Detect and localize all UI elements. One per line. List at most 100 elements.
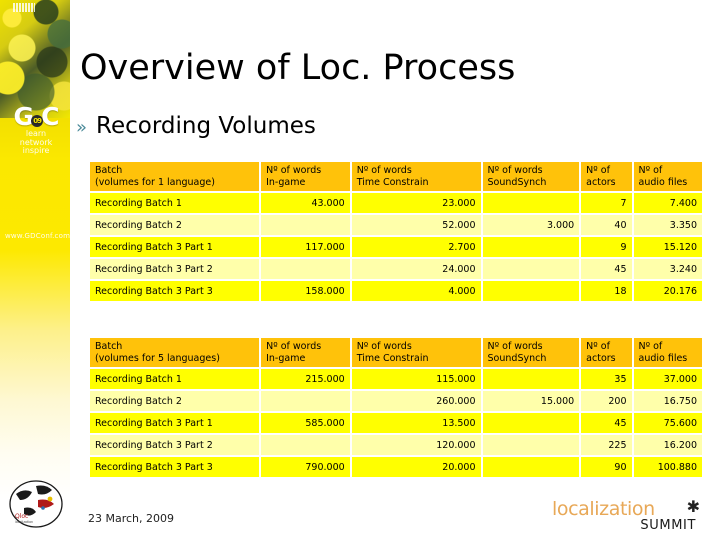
cell-words-time-constrain: 52.000: [351, 215, 481, 235]
cell-batch: Recording Batch 2: [90, 215, 260, 235]
column-header-actors-line1: Nº of: [586, 165, 610, 176]
cell-audio-files: 16.750: [633, 391, 702, 411]
chevron-double-right-icon: »: [76, 117, 88, 138]
column-header-words-time-constrain-line1: Nº of words: [356, 341, 412, 352]
column-header-actors-line2: actors: [586, 176, 616, 188]
column-header-words-time-constrain-line1: Nº of words: [356, 165, 412, 176]
cell-batch: Recording Batch 2: [90, 391, 260, 411]
column-header-words-ingame: Nº of words In-game: [261, 162, 350, 191]
star-burst-icon: ✱: [686, 497, 700, 516]
gdc-tagline: learn network inspire: [4, 129, 68, 156]
table-row: Recording Batch 3 Part 1 117.000 2.700 9 15.…: [90, 237, 702, 257]
cell-actors: 7: [581, 193, 632, 213]
cell-words-soundsynch: [482, 281, 580, 301]
column-header-actors: Nº of actors: [581, 162, 632, 191]
cell-words-soundsynch: [482, 369, 580, 389]
recording-volumes-table-5-languages: Batch (volumes for 5 languages) Nº of wo…: [88, 336, 704, 479]
cell-words-ingame: 215.000: [261, 369, 350, 389]
cell-batch: Recording Batch 1: [90, 369, 260, 389]
table-body: Recording Batch 1 43.000 23.000 7 7.400 Recor…: [90, 193, 702, 301]
table-row: Recording Batch 3 Part 3 790.000 20.000 90 1…: [90, 457, 702, 477]
cell-words-ingame: 790.000: [261, 457, 350, 477]
column-header-words-soundsynch-line1: Nº of words: [487, 341, 543, 352]
cell-batch: Recording Batch 3 Part 1: [90, 237, 260, 257]
cell-audio-files: 3.350: [633, 215, 702, 235]
cell-batch: Recording Batch 3 Part 2: [90, 259, 260, 279]
column-header-batch: Batch (volumes for 5 languages): [90, 338, 260, 367]
cell-actors: 200: [581, 391, 632, 411]
cell-actors: 225: [581, 435, 632, 455]
slide-bullet-line: » Recording Volumes: [76, 113, 696, 139]
column-header-batch-line1: Batch: [95, 165, 123, 176]
svg-text:localization: localization: [15, 520, 33, 524]
column-header-actors-line1: Nº of: [586, 341, 610, 352]
slide-bullet-text: Recording Volumes: [96, 113, 316, 139]
column-header-audio-files-line1: Nº of: [638, 165, 663, 176]
cell-words-ingame: 43.000: [261, 193, 350, 213]
column-header-words-soundsynch-line1: Nº of words: [487, 165, 543, 176]
cell-words-time-constrain: 4.000: [351, 281, 481, 301]
column-header-words-ingame-line1: Nº of words: [266, 165, 322, 176]
gdc-logo-badge: 09: [31, 115, 44, 127]
cell-words-time-constrain: 24.000: [351, 259, 481, 279]
cell-batch: Recording Batch 3 Part 1: [90, 413, 260, 433]
table-row: Recording Batch 3 Part 2 24.000 45 3.240: [90, 259, 702, 279]
cell-audio-files: 3.240: [633, 259, 702, 279]
cell-words-time-constrain: 2.700: [351, 237, 481, 257]
cell-words-ingame: 585.000: [261, 413, 350, 433]
gdc-logo: G09C learn network inspire: [4, 104, 68, 156]
cell-audio-files: 100.880: [633, 457, 702, 477]
cell-words-time-constrain: 20.000: [351, 457, 481, 477]
cell-batch: Recording Batch 3 Part 3: [90, 457, 260, 477]
table-row: Recording Batch 1 43.000 23.000 7 7.400: [90, 193, 702, 213]
cell-words-ingame: [261, 259, 350, 279]
column-header-audio-files-line2: audio files: [638, 176, 688, 188]
column-header-words-soundsynch: Nº of words SoundSynch: [482, 162, 580, 191]
table-header-row: Batch (volumes for 1 language) Nº of wor…: [90, 162, 702, 191]
svg-text:Qloc: Qloc: [15, 513, 28, 520]
cell-actors: 18: [581, 281, 632, 301]
column-header-words-time-constrain-line2: Time Constrain: [356, 352, 429, 364]
globe-logo-icon: Qloc localization: [9, 480, 63, 528]
table-header-row: Batch (volumes for 5 languages) Nº of wo…: [90, 338, 702, 367]
table-row: Recording Batch 1 215.000 115.000 35 37.000: [90, 369, 702, 389]
cell-words-ingame: [261, 435, 350, 455]
cell-words-soundsynch: [482, 193, 580, 213]
localization-summit-word-localization: localization: [552, 498, 655, 520]
table-row: Recording Batch 3 Part 2 120.000 225 16.200: [90, 435, 702, 455]
cell-words-soundsynch: [482, 435, 580, 455]
table-row: Recording Batch 3 Part 1 585.000 13.500 45 7…: [90, 413, 702, 433]
sidebar-corner-mark: [13, 3, 35, 12]
cell-audio-files: 7.400: [633, 193, 702, 213]
gdc-tagline-line-3: inspire: [22, 146, 50, 155]
cell-words-ingame: [261, 215, 350, 235]
cell-words-soundsynch: [482, 237, 580, 257]
cell-actors: 9: [581, 237, 632, 257]
cell-words-ingame: 158.000: [261, 281, 350, 301]
cell-audio-files: 16.200: [633, 435, 702, 455]
column-header-actors: Nº of actors: [581, 338, 632, 367]
column-header-words-time-constrain: Nº of words Time Constrain: [351, 162, 481, 191]
column-header-words-ingame-line2: In-game: [266, 352, 306, 364]
cell-words-ingame: [261, 391, 350, 411]
cell-words-ingame: 117.000: [261, 237, 350, 257]
cell-words-time-constrain: 23.000: [351, 193, 481, 213]
cell-audio-files: 75.600: [633, 413, 702, 433]
table-row: Recording Batch 2 260.000 15.000 200 16.750: [90, 391, 702, 411]
cell-actors: 45: [581, 259, 632, 279]
table-row: Recording Batch 2 52.000 3.000 40 3.350: [90, 215, 702, 235]
column-header-audio-files-line1: Nº of: [638, 341, 663, 352]
sidebar-photo-graphic: [0, 0, 70, 118]
cell-words-time-constrain: 13.500: [351, 413, 481, 433]
cell-batch: Recording Batch 1: [90, 193, 260, 213]
column-header-audio-files: Nº of audio files: [633, 162, 702, 191]
cell-audio-files: 37.000: [633, 369, 702, 389]
column-header-words-ingame-line1: Nº of words: [266, 341, 322, 352]
cell-audio-files: 20.176: [633, 281, 702, 301]
cell-words-soundsynch: [482, 259, 580, 279]
column-header-words-ingame: Nº of words In-game: [261, 338, 350, 367]
table-body: Recording Batch 1 215.000 115.000 35 37.000 R…: [90, 369, 702, 477]
column-header-batch-line2: (volumes for 5 languages): [95, 352, 220, 364]
cell-batch: Recording Batch 3 Part 2: [90, 435, 260, 455]
column-header-words-soundsynch-line2: SoundSynch: [487, 176, 547, 188]
